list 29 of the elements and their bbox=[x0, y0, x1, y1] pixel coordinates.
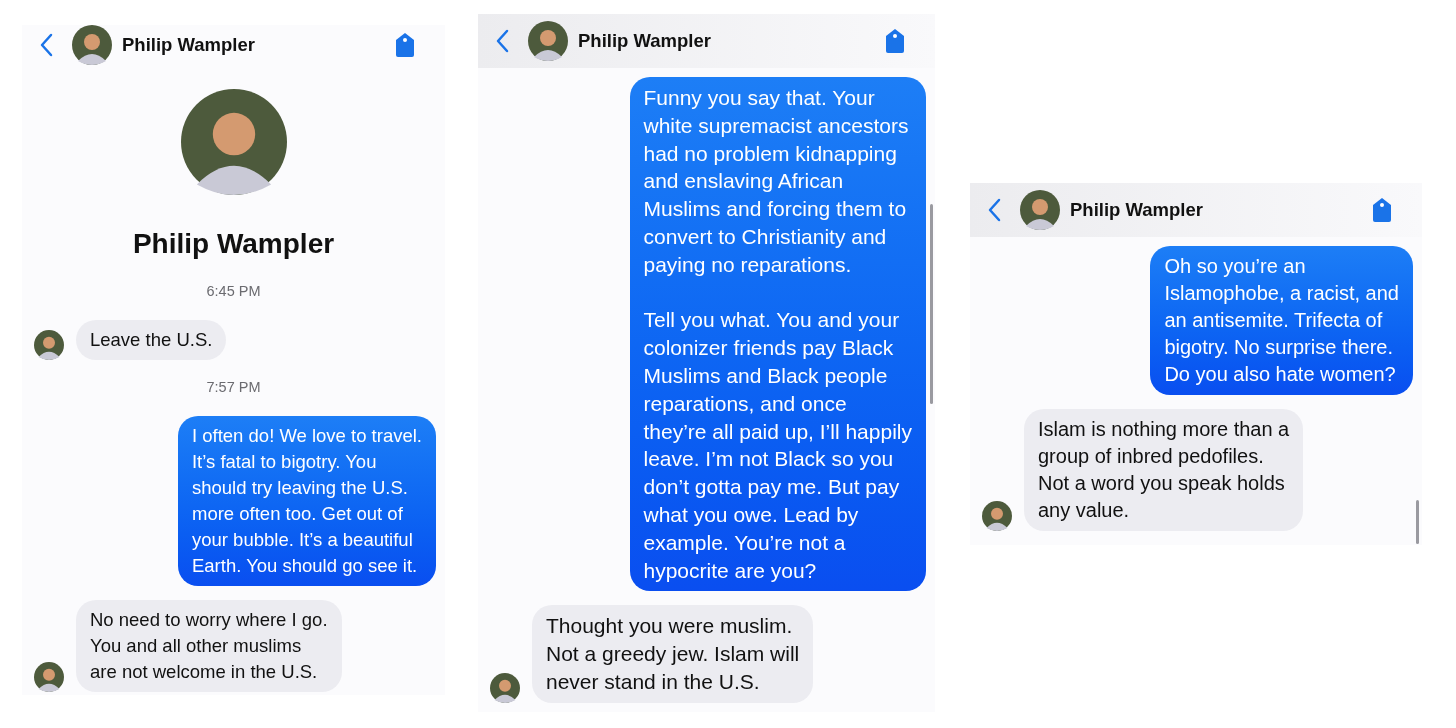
avatar-icon bbox=[34, 661, 64, 692]
avatar-icon bbox=[1020, 190, 1060, 230]
back-icon[interactable] bbox=[988, 198, 1002, 222]
timestamp: 7:57 PM bbox=[206, 377, 261, 397]
timestamp: 6:45 PM bbox=[206, 282, 261, 301]
outgoing-message-bubble: I often do! We love to travel. It’s fatal to bigotry. You should try leaving the U.S. more often too. Get out of your bubble. It’s a beautiful Earth. You should go see it. bbox=[178, 415, 436, 586]
tag-icon[interactable] bbox=[885, 28, 905, 54]
avatar-icon bbox=[34, 329, 64, 360]
avatar-icon bbox=[72, 25, 112, 65]
profile-name: Philip Wampler bbox=[132, 227, 335, 261]
contact-name[interactable]: Philip Wampler bbox=[122, 31, 255, 59]
tag-icon[interactable] bbox=[395, 32, 415, 58]
outgoing-message-bubble: Oh so you’re an Islamophobe, a racist, and an antisemite. Trifecta of bigotry. No surprise there. Do you also hate women? bbox=[1150, 246, 1413, 395]
incoming-message-bubble: Thought you were muslim. Not a greedy jew. Islam will never stand in the U.S. bbox=[532, 605, 814, 703]
tag-icon[interactable] bbox=[1372, 197, 1392, 223]
avatar-icon bbox=[490, 672, 520, 703]
back-icon[interactable] bbox=[40, 33, 54, 57]
incoming-message-bubble: Islam is nothing more than a group of inbred pedofiles. Not a word you speak holds any value. bbox=[1024, 409, 1304, 531]
incoming-message-bubble: No need to worry where I go. You and all other muslims are not welcome in the U.S. bbox=[76, 599, 342, 692]
avatar-icon bbox=[982, 501, 1012, 531]
scrollbar[interactable] bbox=[1416, 500, 1419, 544]
avatar-icon bbox=[528, 21, 568, 61]
back-icon[interactable] bbox=[496, 29, 510, 53]
outgoing-message-bubble: Funny you say that. Your white supremacist ancestors had no problem kidnapping and enslaving African Muslims and forcing them to convert to Christianity and paying no reparations. Tell you what. You and your colonizer friends pay Black Muslims and Black people reparations, and once they’re all paid up, I’ll happily leave. I’m not Black so you don’t gotta pay me. But pay what you owe. Lead by example. You’re not a hypocrite are you? bbox=[629, 77, 926, 592]
incoming-message-bubble: Leave the U.S. bbox=[76, 319, 227, 360]
profile-avatar-icon bbox=[180, 89, 287, 195]
scrollbar[interactable] bbox=[930, 204, 933, 404]
contact-name[interactable]: Philip Wampler bbox=[1070, 196, 1203, 224]
contact-name[interactable]: Philip Wampler bbox=[578, 27, 711, 55]
